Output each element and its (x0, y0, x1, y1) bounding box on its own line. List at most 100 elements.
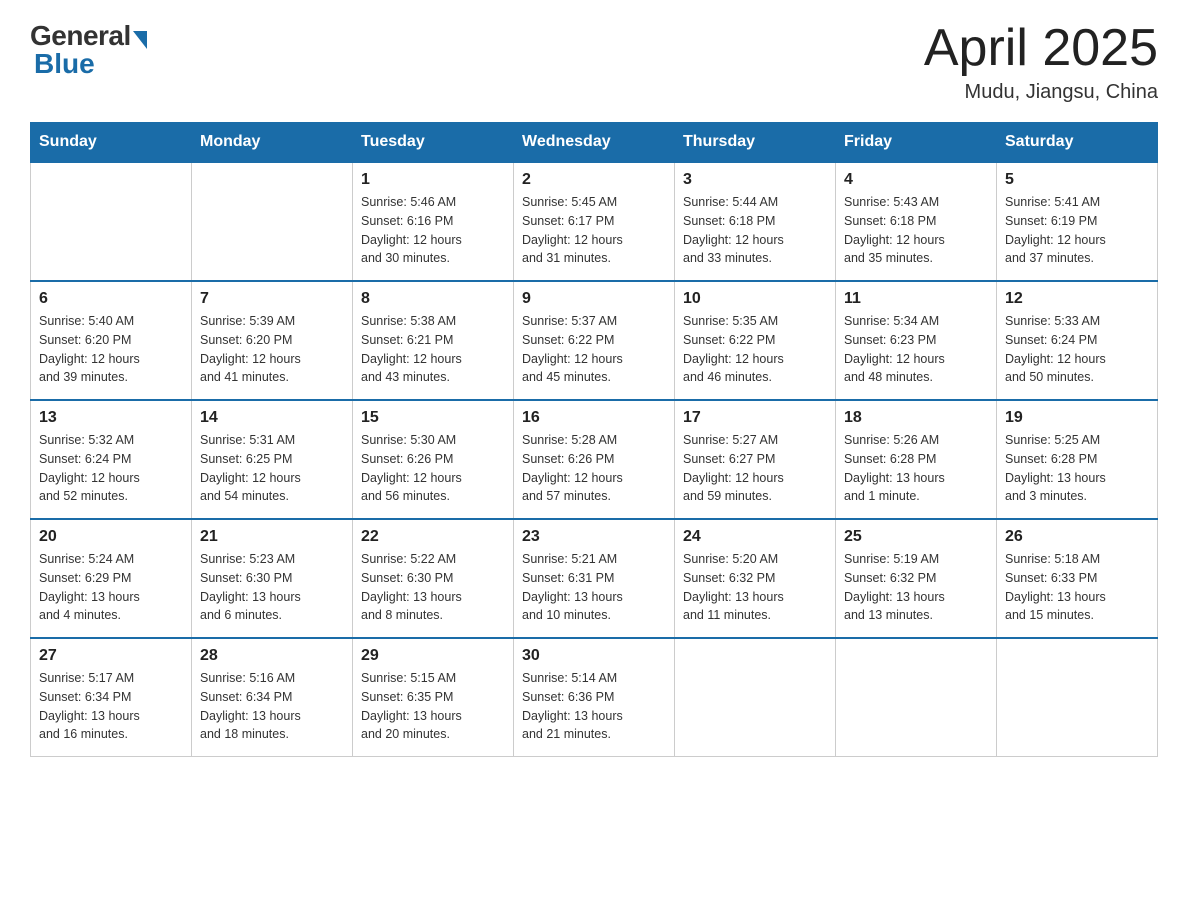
day-info: Sunrise: 5:18 AMSunset: 6:33 PMDaylight:… (1005, 550, 1149, 625)
day-info: Sunrise: 5:39 AMSunset: 6:20 PMDaylight:… (200, 312, 344, 387)
day-info: Sunrise: 5:46 AMSunset: 6:16 PMDaylight:… (361, 193, 505, 268)
day-number: 28 (200, 647, 344, 665)
day-info: Sunrise: 5:31 AMSunset: 6:25 PMDaylight:… (200, 431, 344, 506)
day-info: Sunrise: 5:35 AMSunset: 6:22 PMDaylight:… (683, 312, 827, 387)
day-number: 11 (844, 290, 988, 308)
calendar-cell: 1 Sunrise: 5:46 AMSunset: 6:16 PMDaylight… (353, 162, 514, 281)
calendar-cell: 8 Sunrise: 5:38 AMSunset: 6:21 PMDaylight… (353, 281, 514, 400)
calendar-cell: 7 Sunrise: 5:39 AMSunset: 6:20 PMDaylight… (192, 281, 353, 400)
day-number: 15 (361, 409, 505, 427)
calendar-cell: 20 Sunrise: 5:24 AMSunset: 6:29 PMDayligh… (31, 519, 192, 638)
day-info: Sunrise: 5:14 AMSunset: 6:36 PMDaylight:… (522, 669, 666, 744)
day-number: 5 (1005, 171, 1149, 189)
day-info: Sunrise: 5:44 AMSunset: 6:18 PMDaylight:… (683, 193, 827, 268)
calendar-cell: 26 Sunrise: 5:18 AMSunset: 6:33 PMDayligh… (997, 519, 1158, 638)
calendar-cell: 25 Sunrise: 5:19 AMSunset: 6:32 PMDayligh… (836, 519, 997, 638)
calendar-cell: 15Sunrise: 5:30 AMSunset: 6:26 PMDayligh… (353, 400, 514, 519)
title-area: April 2025 Mudu, Jiangsu, China (924, 20, 1158, 104)
calendar-table: Sunday Monday Tuesday Wednesday Thursday… (30, 122, 1158, 757)
day-number: 20 (39, 528, 183, 546)
calendar-cell: 5Sunrise: 5:41 AMSunset: 6:19 PMDaylight… (997, 162, 1158, 281)
day-info: Sunrise: 5:19 AMSunset: 6:32 PMDaylight:… (844, 550, 988, 625)
day-number: 8 (361, 290, 505, 308)
day-info: Sunrise: 5:24 AMSunset: 6:29 PMDaylight:… (39, 550, 183, 625)
col-tuesday: Tuesday (353, 123, 514, 163)
calendar-cell (192, 162, 353, 281)
day-info: Sunrise: 5:40 AMSunset: 6:20 PMDaylight:… (39, 312, 183, 387)
day-number: 7 (200, 290, 344, 308)
calendar-cell: 6Sunrise: 5:40 AMSunset: 6:20 PMDaylight… (31, 281, 192, 400)
col-thursday: Thursday (675, 123, 836, 163)
day-number: 13 (39, 409, 183, 427)
calendar-cell: 22Sunrise: 5:22 AMSunset: 6:30 PMDayligh… (353, 519, 514, 638)
calendar-cell: 29Sunrise: 5:15 AMSunset: 6:35 PMDayligh… (353, 638, 514, 757)
day-number: 18 (844, 409, 988, 427)
calendar-week-4: 20 Sunrise: 5:24 AMSunset: 6:29 PMDayligh… (31, 519, 1158, 638)
day-info: Sunrise: 5:22 AMSunset: 6:30 PMDaylight:… (361, 550, 505, 625)
calendar-cell (997, 638, 1158, 757)
calendar-cell: 13 Sunrise: 5:32 AMSunset: 6:24 PMDayligh… (31, 400, 192, 519)
day-info: Sunrise: 5:26 AMSunset: 6:28 PMDaylight:… (844, 431, 988, 506)
day-number: 23 (522, 528, 666, 546)
day-info: Sunrise: 5:15 AMSunset: 6:35 PMDaylight:… (361, 669, 505, 744)
calendar-cell: 10Sunrise: 5:35 AMSunset: 6:22 PMDayligh… (675, 281, 836, 400)
day-number: 21 (200, 528, 344, 546)
calendar-cell: 2Sunrise: 5:45 AMSunset: 6:17 PMDaylight… (514, 162, 675, 281)
day-info: Sunrise: 5:25 AMSunset: 6:28 PMDaylight:… (1005, 431, 1149, 506)
day-info: Sunrise: 5:28 AMSunset: 6:26 PMDaylight:… (522, 431, 666, 506)
calendar-cell: 23 Sunrise: 5:21 AMSunset: 6:31 PMDayligh… (514, 519, 675, 638)
calendar-cell (836, 638, 997, 757)
calendar-cell: 19Sunrise: 5:25 AMSunset: 6:28 PMDayligh… (997, 400, 1158, 519)
location-title: Mudu, Jiangsu, China (924, 81, 1158, 104)
day-info: Sunrise: 5:38 AMSunset: 6:21 PMDaylight:… (361, 312, 505, 387)
day-number: 14 (200, 409, 344, 427)
day-number: 9 (522, 290, 666, 308)
calendar-cell: 17 Sunrise: 5:27 AMSunset: 6:27 PMDayligh… (675, 400, 836, 519)
day-number: 1 (361, 171, 505, 189)
day-info: Sunrise: 5:23 AMSunset: 6:30 PMDaylight:… (200, 550, 344, 625)
day-info: Sunrise: 5:21 AMSunset: 6:31 PMDaylight:… (522, 550, 666, 625)
day-number: 26 (1005, 528, 1149, 546)
day-number: 4 (844, 171, 988, 189)
calendar-header: Sunday Monday Tuesday Wednesday Thursday… (31, 123, 1158, 163)
logo: General Blue (30, 20, 147, 80)
day-info: Sunrise: 5:27 AMSunset: 6:27 PMDaylight:… (683, 431, 827, 506)
calendar-week-3: 13 Sunrise: 5:32 AMSunset: 6:24 PMDayligh… (31, 400, 1158, 519)
logo-arrow-icon (133, 31, 147, 49)
day-info: Sunrise: 5:32 AMSunset: 6:24 PMDaylight:… (39, 431, 183, 506)
col-monday: Monday (192, 123, 353, 163)
day-number: 3 (683, 171, 827, 189)
calendar-cell: 4Sunrise: 5:43 AMSunset: 6:18 PMDaylight… (836, 162, 997, 281)
day-info: Sunrise: 5:20 AMSunset: 6:32 PMDaylight:… (683, 550, 827, 625)
col-sunday: Sunday (31, 123, 192, 163)
calendar-cell: 21 Sunrise: 5:23 AMSunset: 6:30 PMDayligh… (192, 519, 353, 638)
calendar-week-2: 6Sunrise: 5:40 AMSunset: 6:20 PMDaylight… (31, 281, 1158, 400)
calendar-cell: 27Sunrise: 5:17 AMSunset: 6:34 PMDayligh… (31, 638, 192, 757)
calendar-body: 1 Sunrise: 5:46 AMSunset: 6:16 PMDaylight… (31, 162, 1158, 757)
day-number: 17 (683, 409, 827, 427)
day-number: 12 (1005, 290, 1149, 308)
day-info: Sunrise: 5:45 AMSunset: 6:17 PMDaylight:… (522, 193, 666, 268)
calendar-cell: 14 Sunrise: 5:31 AMSunset: 6:25 PMDayligh… (192, 400, 353, 519)
calendar-cell (675, 638, 836, 757)
calendar-week-1: 1 Sunrise: 5:46 AMSunset: 6:16 PMDaylight… (31, 162, 1158, 281)
col-saturday: Saturday (997, 123, 1158, 163)
calendar-cell: 16 Sunrise: 5:28 AMSunset: 6:26 PMDayligh… (514, 400, 675, 519)
day-number: 25 (844, 528, 988, 546)
calendar-cell: 30 Sunrise: 5:14 AMSunset: 6:36 PMDayligh… (514, 638, 675, 757)
day-number: 24 (683, 528, 827, 546)
calendar-cell: 24 Sunrise: 5:20 AMSunset: 6:32 PMDayligh… (675, 519, 836, 638)
day-number: 30 (522, 647, 666, 665)
day-info: Sunrise: 5:34 AMSunset: 6:23 PMDaylight:… (844, 312, 988, 387)
page-header: General Blue April 2025 Mudu, Jiangsu, C… (30, 20, 1158, 104)
calendar-cell: 18 Sunrise: 5:26 AMSunset: 6:28 PMDayligh… (836, 400, 997, 519)
col-wednesday: Wednesday (514, 123, 675, 163)
day-number: 16 (522, 409, 666, 427)
col-friday: Friday (836, 123, 997, 163)
calendar-cell (31, 162, 192, 281)
day-info: Sunrise: 5:16 AMSunset: 6:34 PMDaylight:… (200, 669, 344, 744)
calendar-cell: 3 Sunrise: 5:44 AMSunset: 6:18 PMDaylight… (675, 162, 836, 281)
calendar-cell: 11 Sunrise: 5:34 AMSunset: 6:23 PMDayligh… (836, 281, 997, 400)
calendar-cell: 12Sunrise: 5:33 AMSunset: 6:24 PMDayligh… (997, 281, 1158, 400)
day-number: 27 (39, 647, 183, 665)
